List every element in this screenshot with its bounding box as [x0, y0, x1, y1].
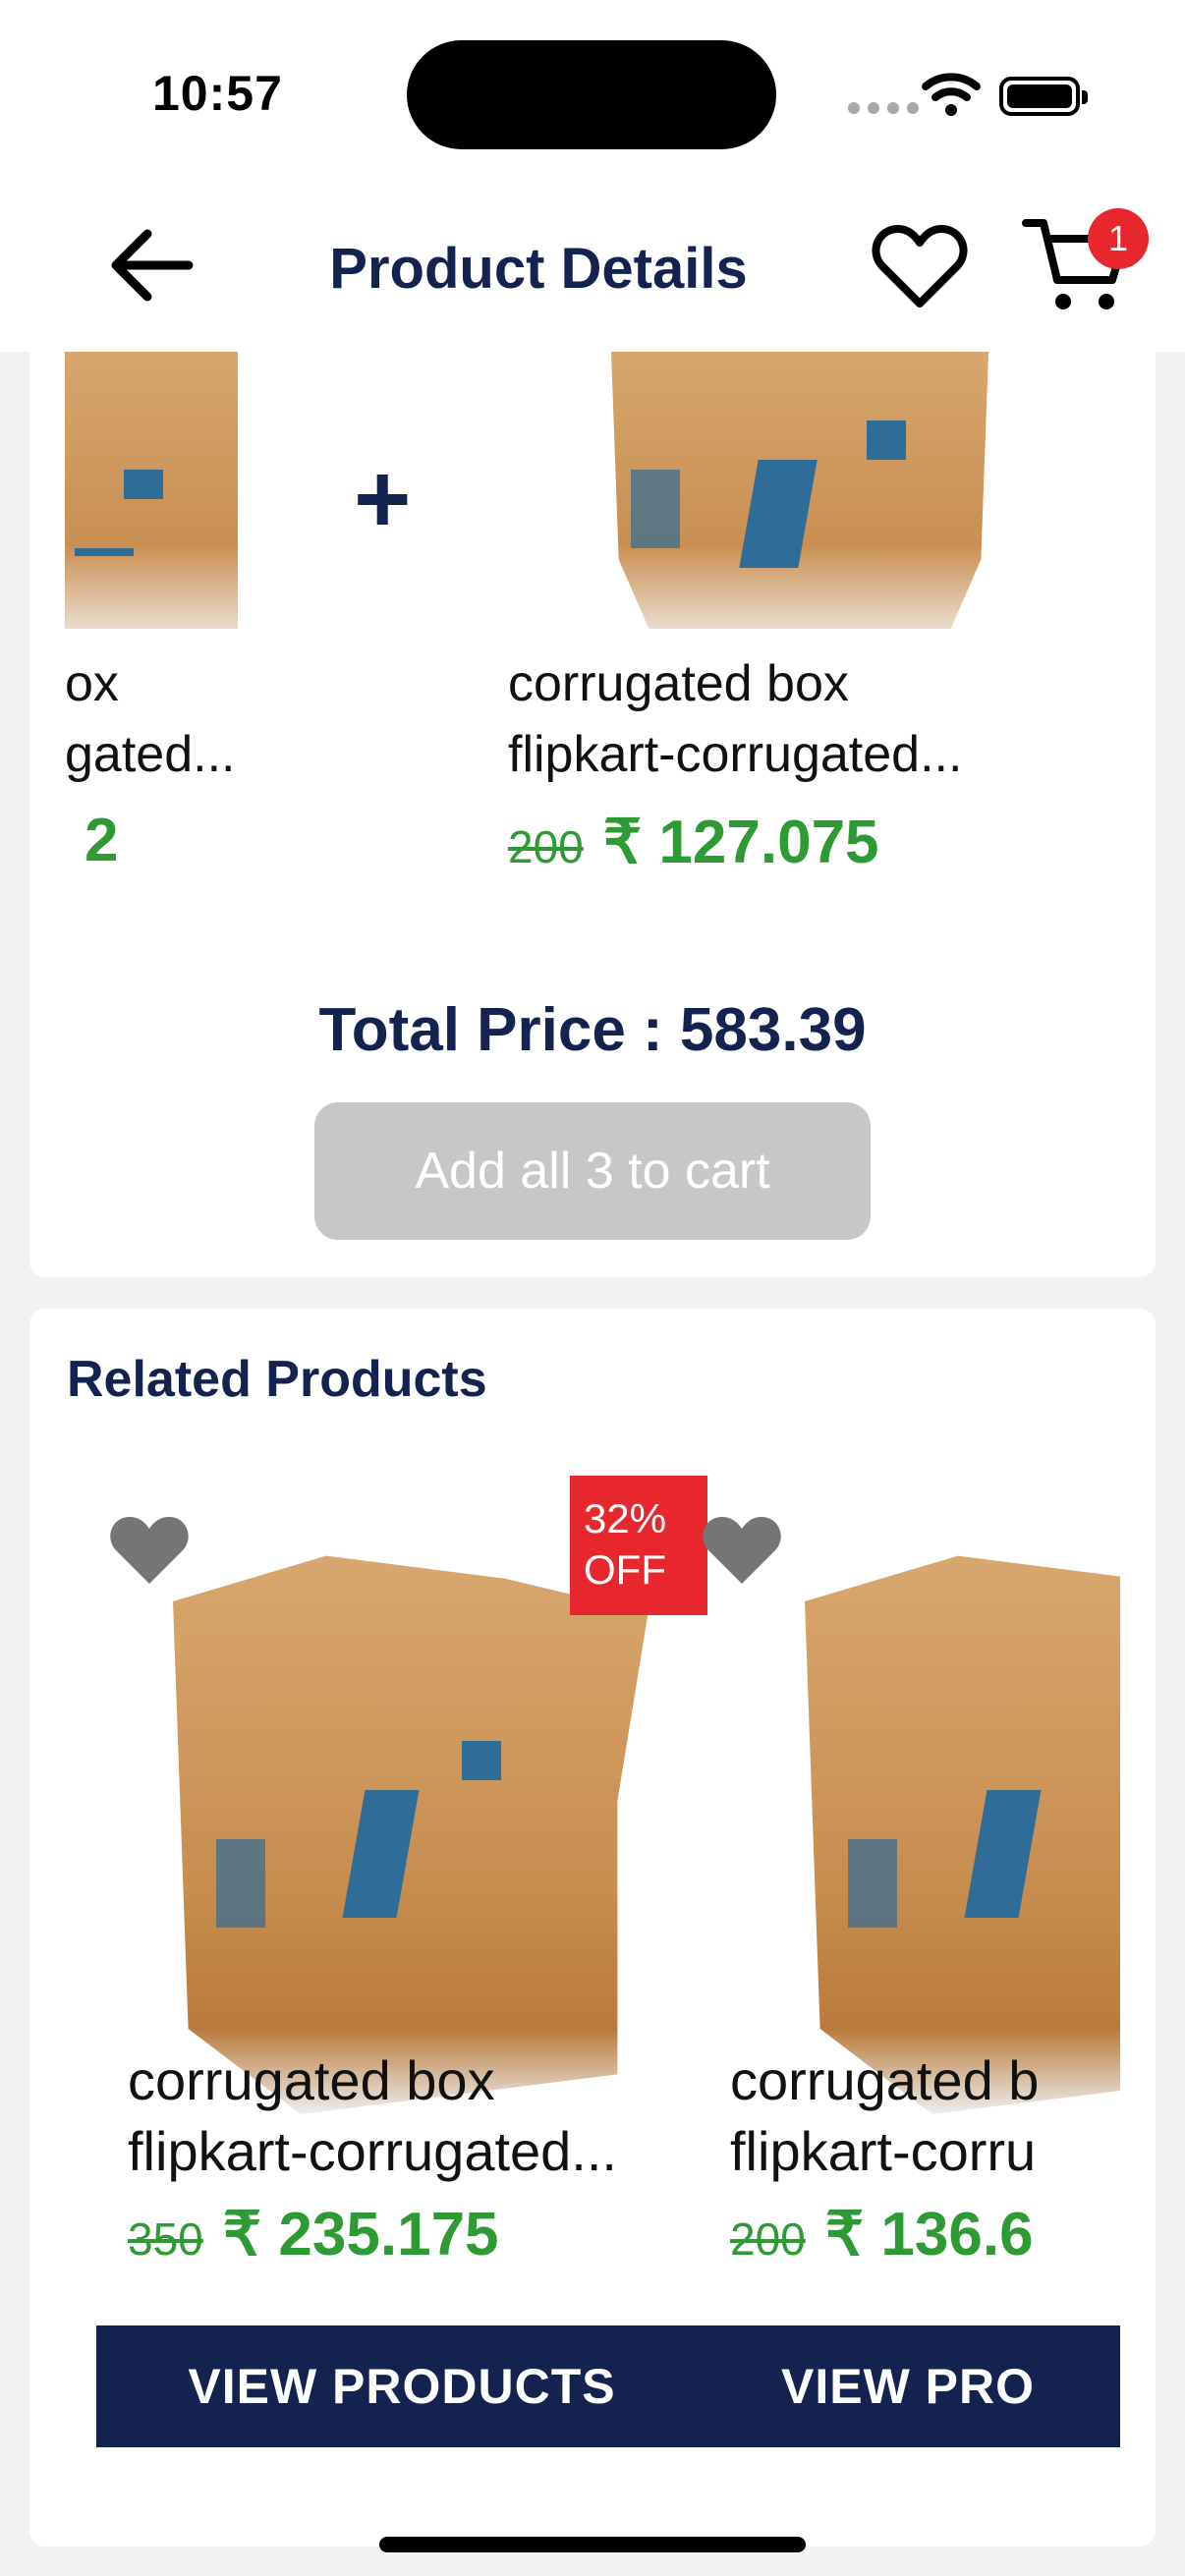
view-products-button[interactable]: VIEW PRO	[701, 2325, 1120, 2447]
product-card[interactable]: 32% OFF corrugated box flipkart-corrugat…	[29, 1456, 707, 2448]
name-line: flipkart-corru	[730, 2120, 1037, 2182]
bundle-item-name[interactable]: ox gated...	[65, 648, 301, 790]
product-price: 200 ₹ 136.6	[730, 2198, 1034, 2269]
top-bar: 10:57 Product Details 1	[0, 0, 1185, 352]
bundle-item-name[interactable]: corrugated box flipkart-corrugated...	[508, 648, 1117, 790]
current-price: ₹ 136.6	[824, 2201, 1034, 2268]
name-line: gated...	[65, 726, 236, 783]
bundle-item-price: 200 ₹ 127.075	[508, 806, 879, 877]
battery-icon	[999, 77, 1088, 116]
bundle-item-image[interactable]	[65, 352, 238, 629]
dynamic-island	[407, 40, 776, 149]
product-details-screen: 10:57 Product Details 1 + ox gated... 2 …	[0, 0, 1185, 2576]
frequently-bought-together-card: + ox gated... 2 corrugated box flipkart-…	[29, 352, 1156, 1277]
add-all-to-cart-button[interactable]: Add all 3 to cart	[314, 1102, 871, 1240]
name-line: ox	[65, 655, 119, 712]
related-products-carousel[interactable]: 32% OFF corrugated box flipkart-corrugat…	[29, 1456, 1120, 2497]
product-image[interactable]	[805, 1555, 1120, 2114]
name-line: corrugated box	[508, 655, 849, 712]
current-price: ₹ 127.075	[602, 809, 879, 876]
product-image[interactable]	[173, 1555, 649, 2114]
wishlist-heart-icon[interactable]	[871, 221, 969, 311]
cellular-signal-icon	[848, 102, 919, 114]
favorite-heart-icon[interactable]	[108, 1513, 191, 1588]
home-indicator[interactable]	[379, 2537, 806, 2552]
old-price: 200	[730, 2213, 806, 2265]
current-price: ₹ 235.175	[222, 2201, 499, 2268]
discount-badge: 32% OFF	[570, 1476, 707, 1615]
discount-off: OFF	[584, 1546, 666, 1593]
current-price: 2	[85, 807, 119, 874]
discount-percent: 32%	[584, 1495, 667, 1541]
view-products-button[interactable]: VIEW PRODUCTS	[96, 2325, 707, 2447]
bundle-item-price: 2	[65, 806, 118, 875]
favorite-heart-icon[interactable]	[701, 1513, 783, 1588]
old-price: 350	[128, 2213, 203, 2265]
section-title: Related Products	[67, 1351, 487, 1408]
name-line: flipkart-corrugated...	[128, 2120, 617, 2182]
name-line: corrugated box	[128, 2049, 495, 2111]
product-name[interactable]: corrugated b flipkart-corru	[730, 2045, 1120, 2187]
plus-icon: +	[354, 444, 412, 554]
product-price: 350 ₹ 235.175	[128, 2198, 499, 2269]
product-card[interactable]: corrugated b flipkart-corru 200 ₹ 136.6 V…	[701, 1456, 1120, 2448]
wifi-icon	[922, 73, 981, 116]
related-products-card: Related Products 32% OFF corrugated box	[29, 1309, 1156, 2547]
old-price: 200	[508, 821, 584, 872]
bundle-item-image[interactable]	[611, 352, 988, 629]
name-line: corrugated b	[730, 2049, 1040, 2111]
total-price: Total Price : 583.39	[318, 996, 867, 1064]
status-time: 10:57	[152, 66, 283, 121]
cart-count-badge: 1	[1088, 208, 1149, 269]
product-name[interactable]: corrugated box flipkart-corrugated...	[128, 2045, 717, 2187]
name-line: flipkart-corrugated...	[508, 726, 963, 783]
